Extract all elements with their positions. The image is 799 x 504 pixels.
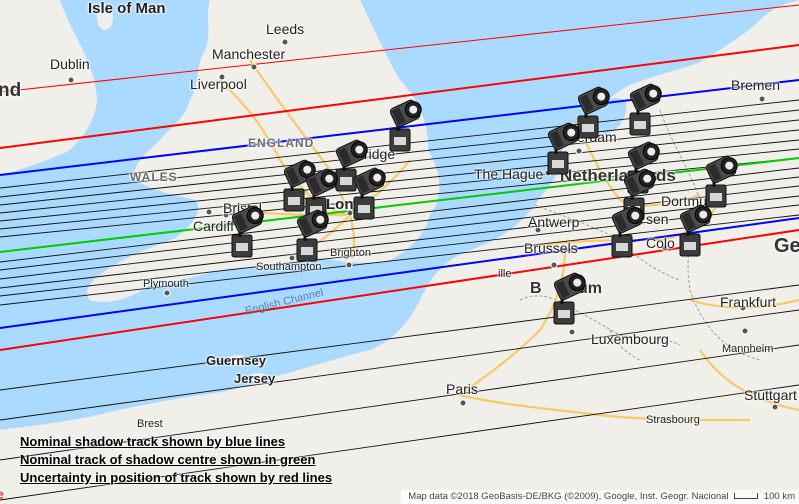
spotlight-icon[interactable] xyxy=(226,203,266,263)
label-brighton: Brighton xyxy=(330,247,371,259)
label-cologne-partial: Colo xyxy=(646,235,675,251)
label-dublin: Dublin xyxy=(50,56,90,72)
label-manchester: Manchester xyxy=(212,46,286,62)
label-lille-partial: ille xyxy=(498,268,512,280)
label-germany-partial: Ge xyxy=(774,235,799,257)
label-guernsey: Guernsey xyxy=(206,353,266,368)
label-isle-of-man: Isle of Man xyxy=(88,0,166,17)
legend-green: Nominal track of shadow centre shown in … xyxy=(20,452,316,467)
map-view[interactable]: Isle of Man Dublin Leeds Manchester Live… xyxy=(0,0,799,504)
spotlight-icon[interactable] xyxy=(348,165,388,225)
spotlight-icon[interactable] xyxy=(624,81,664,141)
label-ireland-partial: nd xyxy=(0,80,22,101)
google-logo[interactable]: e xyxy=(0,486,4,502)
spotlight-icon[interactable] xyxy=(291,207,331,267)
label-luxembourg: Luxembourg xyxy=(591,331,669,347)
label-stuttgart: Stuttgart xyxy=(744,387,797,403)
label-liverpool: Liverpool xyxy=(190,76,247,92)
spotlight-icon[interactable] xyxy=(674,202,714,262)
label-the-hague: The Hague xyxy=(474,166,544,182)
label-bremen: Bremen xyxy=(731,77,781,93)
label-brussels: Brussels xyxy=(524,240,578,256)
spotlight-icon[interactable] xyxy=(542,120,582,180)
scale-bar xyxy=(734,493,759,500)
label-brest: Brest xyxy=(137,418,163,430)
label-frankfurt: Frankfurt xyxy=(720,294,777,310)
spotlight-icon[interactable] xyxy=(384,97,424,157)
spotlight-icon[interactable] xyxy=(548,270,588,330)
label-plymouth: Plymouth xyxy=(143,278,189,290)
label-wales: WALES xyxy=(130,170,178,184)
label-leeds: Leeds xyxy=(266,21,305,37)
label-england: ENGLAND xyxy=(248,136,315,150)
attribution-text[interactable]: Map data ©2018 GeoBasis-DE/BKG (©2009), … xyxy=(408,491,728,502)
label-mannheim: Mannheim xyxy=(722,343,774,355)
label-paris: Paris xyxy=(446,381,478,397)
label-jersey: Jersey xyxy=(234,371,276,386)
spotlight-icon[interactable] xyxy=(606,203,646,263)
legend-blue: Nominal shadow track shown by blue lines xyxy=(20,434,286,449)
map-attribution: Map data ©2018 GeoBasis-DE/BKG (©2009), … xyxy=(401,490,799,504)
legend: Nominal shadow track shown by blue lines… xyxy=(20,433,332,487)
legend-red: Uncertainty in position of track shown b… xyxy=(20,470,333,485)
label-antwerp: Antwerp xyxy=(528,214,580,230)
label-belgium-partial: B xyxy=(530,280,542,297)
label-strasbourg: Strasbourg xyxy=(646,414,700,426)
scale-label: 100 km xyxy=(763,491,795,502)
